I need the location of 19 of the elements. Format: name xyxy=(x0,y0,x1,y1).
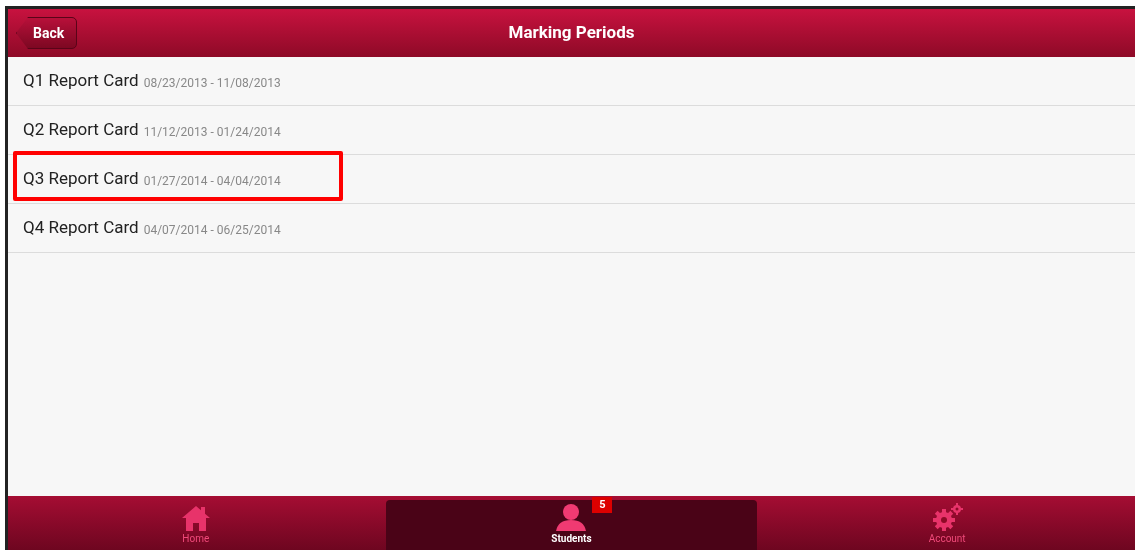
period-name: Q1 Report Card xyxy=(23,69,139,93)
period-name: Q3 Report Card xyxy=(23,167,139,191)
list-row[interactable]: Q3 Report Card 01/27/2014 - 04/04/2014 xyxy=(8,155,1135,204)
list-row[interactable]: Q1 Report Card 08/23/2013 - 11/08/2013 xyxy=(8,57,1135,106)
back-button[interactable]: Back xyxy=(16,17,78,49)
period-dates: 08/23/2013 - 11/08/2013 xyxy=(143,74,281,92)
page-title: Marking Periods xyxy=(508,21,635,45)
house-icon xyxy=(180,505,211,531)
period-name: Q4 Report Card xyxy=(23,216,139,240)
period-dates: 04/07/2014 - 06/25/2014 xyxy=(143,221,281,239)
count-badge: 5 xyxy=(592,497,613,513)
period-dates: 01/27/2014 - 04/04/2014 xyxy=(143,172,281,190)
period-dates: 11/12/2013 - 01/24/2014 xyxy=(143,123,281,141)
gears-icon xyxy=(930,503,965,531)
list-row[interactable]: Q2 Report Card 11/12/2013 - 01/24/2014 xyxy=(8,106,1135,155)
period-name: Q2 Report Card xyxy=(23,118,139,142)
list-row[interactable]: Q4 Report Card 04/07/2014 - 06/25/2014 xyxy=(8,204,1135,253)
person-icon xyxy=(554,503,589,531)
tab[interactable]: Students 5 xyxy=(385,500,758,550)
